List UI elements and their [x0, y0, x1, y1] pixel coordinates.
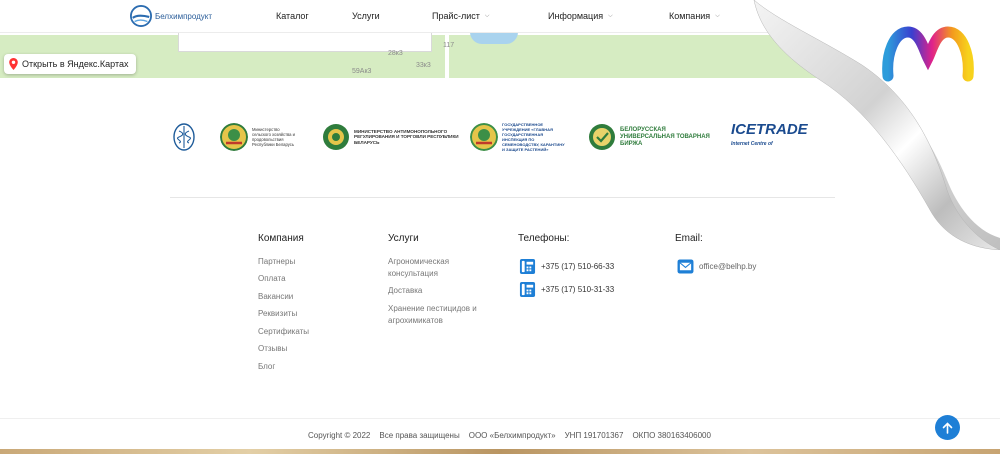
caduceus-icon — [173, 123, 195, 151]
email-address: office@belhp.by — [699, 262, 757, 271]
belarus-emblem-icon — [220, 123, 248, 151]
logo-globe-icon — [130, 5, 152, 27]
footer-link-payment[interactable]: Оплата — [258, 273, 286, 285]
footer-link-partners[interactable]: Партнеры — [258, 256, 295, 268]
exchange-emblem-icon — [589, 124, 615, 150]
nav-company-label: Компания — [669, 11, 711, 21]
partner-name: ГОСУДАРСТВЕННОЕ УЧРЕЖДЕНИЕ «ГЛАВНАЯ ГОСУ… — [502, 122, 565, 152]
footer-email-title: Email: — [675, 233, 703, 244]
footer-link-agro-consulting[interactable]: Агрономическая консультация — [388, 256, 478, 280]
partner-logo-ministry-agriculture[interactable]: Министерство сельского хозяйства и продо… — [220, 118, 298, 156]
map-pin-icon — [9, 58, 18, 70]
arrow-up-icon — [942, 421, 953, 434]
nav-catalog-label: Каталог — [276, 11, 309, 21]
partners-strip: Министерство сельского хозяйства и продо… — [170, 118, 808, 156]
logo-text: Белхимпродукт — [155, 11, 213, 21]
footer-link-reviews[interactable]: Отзывы — [258, 343, 287, 355]
phone-icon — [519, 258, 536, 275]
copyright-text: Copyright © 2022 — [308, 431, 371, 440]
site-logo[interactable]: Белхимпродукт — [130, 5, 212, 27]
map-label: 117 — [443, 42, 455, 49]
phone-number: +375 (17) 510-31-33 — [541, 285, 615, 294]
brand-m-logo — [882, 26, 974, 82]
partner-logo-ministry-antimonopoly[interactable]: МИНИСТЕРСТВО АНТИМОНОПОЛЬНОГО РЕГУЛИРОВА… — [322, 118, 460, 156]
map-label: 28к3 — [388, 50, 403, 57]
nav-price-list-label: Прайс-лист — [432, 11, 480, 21]
chevron-down-icon: ⌵ — [715, 12, 720, 19]
unp-text: УНП 191701367 — [564, 431, 624, 440]
nav-information-label: Информация — [548, 11, 604, 21]
partner-name: МИНИСТЕРСТВО АНТИМОНОПОЛЬНОГО РЕГУЛИРОВА… — [354, 128, 459, 145]
nav-company[interactable]: Компания ⌵ — [669, 11, 720, 21]
open-yandex-maps-button[interactable]: Открыть в Яндекс.Картах — [4, 54, 137, 74]
partner-name: БЕЛОРУССКАЯ УНИВЕРСАЛЬНАЯ ТОВАРНАЯ БИРЖА — [620, 126, 710, 147]
phone-icon — [519, 281, 536, 298]
footer-link-requisites[interactable]: Реквизиты — [258, 308, 297, 320]
footer-services-title: Услуги — [388, 233, 419, 244]
partner-logo-caduceus[interactable] — [172, 118, 196, 156]
chevron-down-icon: ⌵ — [484, 12, 490, 19]
footer-link-certificates[interactable]: Сертификаты — [258, 326, 309, 338]
open-yandex-maps-label: Открыть в Яндекс.Картах — [22, 59, 129, 69]
map-label: 33к3 — [416, 62, 431, 69]
okpo-text: ОКПО 380163406000 — [632, 431, 711, 440]
nav-price-list[interactable]: Прайс-лист ⌵ — [432, 11, 489, 21]
bottom-texture-strip — [0, 449, 1000, 454]
copyright-bar: Copyright © 2022 Все права защищены ООО … — [308, 431, 711, 440]
footer-link-vacancies[interactable]: Вакансии — [258, 291, 293, 303]
nav-information[interactable]: Информация ⌵ — [548, 11, 613, 21]
chevron-down-icon: ⌵ — [608, 12, 613, 19]
map-label: 59Ак3 — [352, 68, 372, 75]
mail-icon — [677, 259, 694, 274]
belarus-emblem-icon — [470, 123, 498, 151]
partner-logo-plant-inspection[interactable]: ГОСУДАРСТВЕННОЕ УЧРЕЖДЕНИЕ «ГЛАВНАЯ ГОСУ… — [470, 118, 568, 156]
footer-phones-title: Телефоны: — [518, 233, 570, 244]
footer-link-pesticide-storage[interactable]: Хранение пестицидов и агрохимикатов — [388, 303, 488, 327]
partner-name: Министерство сельского хозяйства и продо… — [252, 127, 296, 147]
footer-phone-1[interactable]: +375 (17) 510-66-33 — [519, 258, 614, 275]
footer-link-blog[interactable]: Блог — [258, 361, 275, 373]
ministry-emblem-icon — [323, 124, 349, 150]
rights-text: Все права защищены — [379, 431, 460, 440]
scroll-to-top-button[interactable] — [935, 415, 960, 440]
phone-number: +375 (17) 510-66-33 — [541, 262, 615, 271]
partner-logo-commodity-exchange[interactable]: БЕЛОРУССКАЯ УНИВЕРСАЛЬНАЯ ТОВАРНАЯ БИРЖА — [588, 118, 710, 156]
footer-divider — [170, 197, 835, 198]
footer-email[interactable]: office@belhp.by — [677, 259, 756, 274]
footer-link-delivery[interactable]: Доставка — [388, 285, 422, 297]
bottom-divider — [0, 418, 1000, 419]
nav-catalog[interactable]: Каталог — [276, 11, 309, 21]
company-name: ООО «Белхимпродукт» — [468, 431, 556, 440]
nav-services-label: Услуги — [352, 11, 380, 21]
footer-phone-2[interactable]: +375 (17) 510-31-33 — [519, 281, 614, 298]
footer-company-title: Компания — [258, 233, 304, 244]
nav-services[interactable]: Услуги — [352, 11, 380, 21]
